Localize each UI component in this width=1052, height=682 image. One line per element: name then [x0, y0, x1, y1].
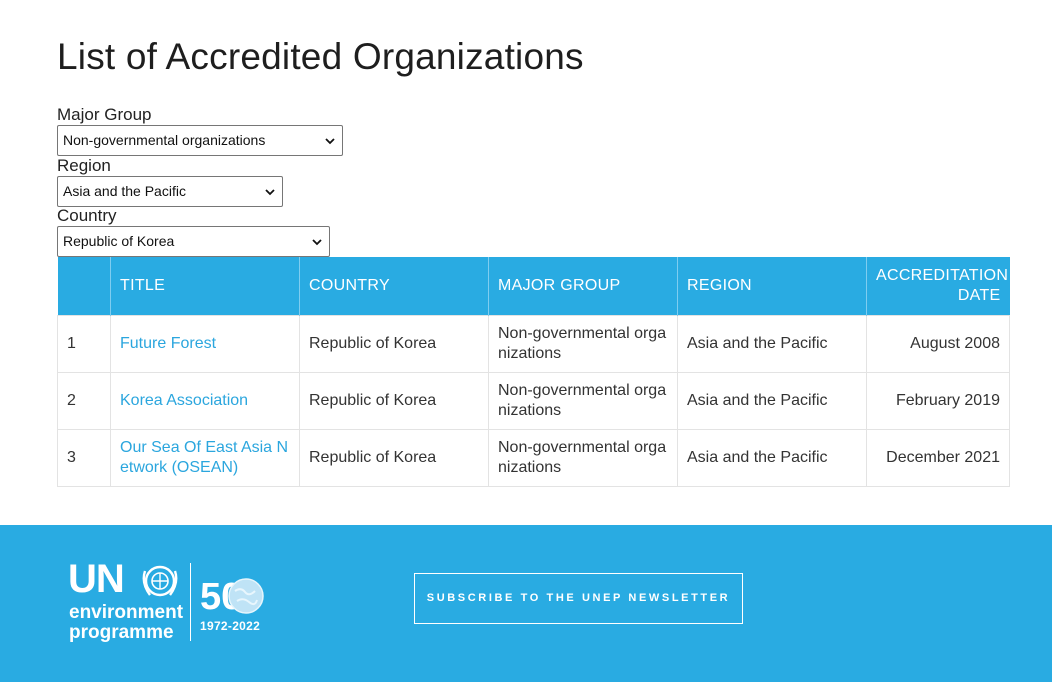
logo-years-text: 1972-2022: [200, 619, 261, 633]
row-country: Republic of Korea: [299, 428, 489, 487]
header-title[interactable]: TITLE: [110, 257, 300, 315]
chevron-down-icon: [312, 239, 322, 246]
logo-programme-text: programme: [69, 622, 174, 643]
row-accreditation-date: August 2008: [866, 314, 1010, 373]
logo-environment-text: environment: [69, 602, 184, 623]
row-region: Asia and the Pacific: [677, 371, 867, 430]
row-accreditation-date: February 2019: [866, 371, 1010, 430]
country-value: Republic of Korea: [63, 233, 175, 249]
page-title: List of Accredited Organizations: [57, 36, 584, 77]
row-accreditation-date: December 2021: [866, 428, 1010, 487]
table-row: 2 Korea Association Republic of Korea No…: [57, 371, 1010, 430]
logo-divider: [190, 563, 191, 641]
organization-link[interactable]: Our Sea Of East Asia Network (OSEAN): [120, 439, 288, 476]
major-group-label: Major Group: [57, 105, 152, 124]
table-row: 3 Our Sea Of East Asia Network (OSEAN) R…: [57, 428, 1010, 487]
major-group-select[interactable]: Non-governmental organizations: [57, 125, 343, 156]
region-value: Asia and the Pacific: [63, 183, 186, 199]
chevron-down-icon: [325, 138, 335, 145]
row-country: Republic of Korea: [299, 314, 489, 373]
country-filter: Country Republic of Korea: [57, 206, 330, 257]
site-footer: UN environment programme 50 1972-2022 SU…: [0, 525, 1052, 682]
major-group-filter: Major Group Non-governmental organizatio…: [57, 105, 343, 156]
header-accreditation-date[interactable]: ACCREDITATION DATE: [866, 257, 1010, 315]
row-major-group: Non-governmental organizations: [488, 428, 678, 487]
logo-un-text: UN: [68, 557, 125, 601]
organization-link[interactable]: Future Forest: [120, 335, 216, 352]
header-country[interactable]: COUNTRY: [299, 257, 489, 315]
row-number: 3: [57, 428, 111, 487]
region-select[interactable]: Asia and the Pacific: [57, 176, 283, 207]
row-major-group: Non-governmental organizations: [488, 371, 678, 430]
chevron-down-icon: [265, 189, 275, 196]
row-title-cell: Our Sea Of East Asia Network (OSEAN): [110, 428, 300, 487]
table-header-row: TITLE COUNTRY MAJOR GROUP REGION ACCREDI…: [57, 257, 1010, 315]
header-region[interactable]: REGION: [677, 257, 867, 315]
row-number: 1: [57, 314, 111, 373]
major-group-value: Non-governmental organizations: [63, 132, 266, 148]
table-row: 1 Future Forest Republic of Korea Non-go…: [57, 314, 1010, 373]
globe-icon: [228, 578, 264, 614]
row-title-cell: Korea Association: [110, 371, 300, 430]
header-major-group[interactable]: MAJOR GROUP: [488, 257, 678, 315]
row-region: Asia and the Pacific: [677, 428, 867, 487]
country-label: Country: [57, 206, 117, 225]
header-number: [57, 257, 111, 315]
un-emblem-icon: [142, 565, 178, 597]
organizations-table: TITLE COUNTRY MAJOR GROUP REGION ACCREDI…: [57, 257, 1010, 487]
row-major-group: Non-governmental organizations: [488, 314, 678, 373]
row-country: Republic of Korea: [299, 371, 489, 430]
row-region: Asia and the Pacific: [677, 314, 867, 373]
organization-link[interactable]: Korea Association: [120, 392, 248, 409]
region-filter: Region Asia and the Pacific: [57, 156, 283, 207]
subscribe-newsletter-button[interactable]: SUBSCRIBE TO THE UNEP NEWSLETTER: [414, 573, 743, 624]
row-number: 2: [57, 371, 111, 430]
country-select[interactable]: Republic of Korea: [57, 226, 330, 257]
row-title-cell: Future Forest: [110, 314, 300, 373]
region-label: Region: [57, 156, 111, 175]
